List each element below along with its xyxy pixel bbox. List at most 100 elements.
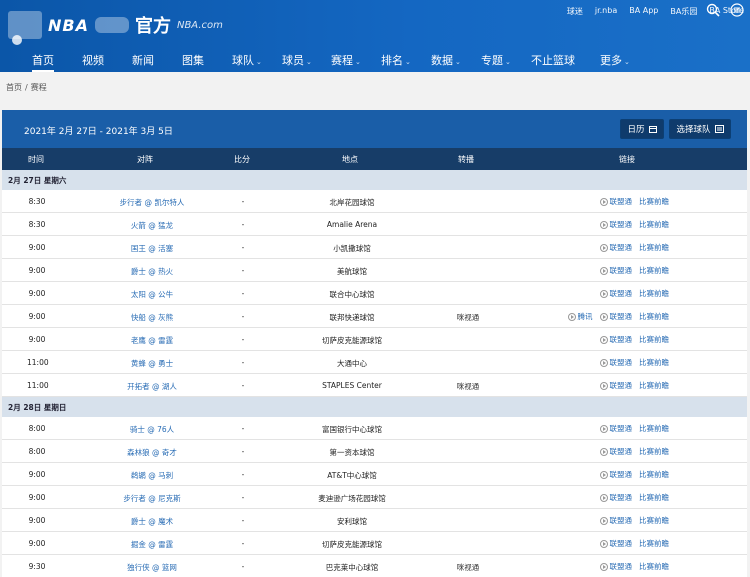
- site-logo[interactable]: NBA 官方 NBA.com: [8, 8, 223, 45]
- chevron-down-icon: ⌄: [355, 58, 361, 66]
- top-link[interactable]: BA App: [629, 6, 658, 17]
- game-link[interactable]: 比赛前瞻: [639, 423, 669, 434]
- game-link[interactable]: 比赛前瞻: [639, 469, 669, 480]
- matchup-link[interactable]: 太阳 @ 公牛: [92, 289, 212, 300]
- game-link[interactable]: 比赛前瞻: [639, 561, 669, 572]
- game-link[interactable]: 联盟通: [599, 446, 632, 457]
- game-time: 9:00: [28, 335, 46, 344]
- menu-icon[interactable]: [729, 3, 745, 17]
- table-row: 9:00 太阳 @ 公牛 - 联合中心球馆 联盟通 比赛前瞻: [2, 282, 747, 305]
- game-link-label: 腾讯: [577, 312, 593, 321]
- table-header: 时间 对阵 比分 地点 转播 链接: [2, 148, 747, 170]
- matchup-link[interactable]: 开拓者 @ 湖人: [92, 381, 212, 392]
- venue: 美航球馆: [337, 267, 367, 276]
- game-link[interactable]: 联盟通: [599, 515, 633, 526]
- matchup-link[interactable]: 掘金 @ 雷霆: [92, 539, 212, 550]
- game-link[interactable]: 联盟通: [599, 311, 632, 322]
- game-link[interactable]: 联盟通: [599, 561, 632, 572]
- game-link[interactable]: 比赛前瞻: [639, 311, 669, 322]
- top-link[interactable]: BA乐园: [670, 6, 697, 17]
- game-link[interactable]: 比赛前瞻: [639, 265, 669, 276]
- game-link[interactable]: 联盟通: [599, 196, 632, 207]
- nav-item[interactable]: 视频: [82, 52, 104, 68]
- game-links: 联盟通 比赛前瞻: [599, 446, 669, 457]
- calendar-button[interactable]: 日历: [620, 119, 664, 139]
- matchup-link[interactable]: 鹈鹕 @ 马刺: [92, 470, 212, 481]
- broadcast: 咪视通: [456, 563, 480, 572]
- game-link[interactable]: 比赛前瞻: [639, 219, 669, 230]
- select-team-button[interactable]: 选择球队: [669, 119, 731, 139]
- top-link[interactable]: 球迷: [567, 6, 583, 17]
- nav-item-label: 球队: [232, 54, 254, 67]
- nav-item[interactable]: 赛程 ⌄: [331, 52, 361, 68]
- matchup-link[interactable]: 老鹰 @ 雷霆: [92, 335, 212, 346]
- game-link[interactable]: 比赛前瞻: [639, 446, 669, 457]
- game-link[interactable]: 联盟通: [599, 334, 632, 345]
- breadcrumb-separator: /: [25, 83, 28, 92]
- nav-item-label: 球员: [282, 54, 304, 67]
- logo-mark-icon: [94, 17, 129, 33]
- game-link[interactable]: 腾讯: [567, 311, 593, 322]
- matchup-link[interactable]: 黄蜂 @ 勇士: [92, 358, 212, 369]
- matchup-link[interactable]: 爵士 @ 热火: [92, 266, 212, 277]
- game-time: 9:00: [28, 312, 46, 321]
- game-link[interactable]: 联盟通: [599, 469, 632, 480]
- game-links: 联盟通 比赛前瞻: [599, 469, 669, 480]
- game-links: 联盟通 比赛前瞻: [599, 288, 669, 299]
- game-link[interactable]: 比赛前瞻: [639, 538, 669, 549]
- nav-item[interactable]: 专题 ⌄: [481, 52, 511, 68]
- matchup-link[interactable]: 森林狼 @ 奇才: [92, 447, 212, 458]
- game-link-label: 联盟通: [609, 243, 633, 252]
- top-link[interactable]: jr.nba: [595, 6, 617, 17]
- matchup-link[interactable]: 步行者 @ 尼克斯: [92, 493, 212, 504]
- game-link-label: 联盟通: [609, 381, 633, 390]
- game-links: 联盟通 比赛前瞻: [599, 423, 669, 434]
- game-link[interactable]: 比赛前瞻: [639, 196, 669, 207]
- game-time: 9:00: [28, 493, 46, 502]
- matchup-link[interactable]: 独行侠 @ 篮网: [92, 562, 212, 573]
- game-link[interactable]: 比赛前瞻: [639, 492, 669, 503]
- nav-item[interactable]: 更多 ⌄: [600, 52, 630, 68]
- play-icon: [599, 289, 608, 298]
- nav-item[interactable]: 球员 ⌄: [282, 52, 312, 68]
- game-link[interactable]: 联盟通: [599, 380, 633, 391]
- game-link[interactable]: 比赛前瞻: [639, 357, 669, 368]
- nav-item-label: 排名: [381, 54, 403, 67]
- game-links: 联盟通 比赛前瞻: [599, 357, 669, 368]
- game-link[interactable]: 联盟通: [599, 492, 632, 503]
- matchup-link[interactable]: 国王 @ 活塞: [92, 243, 212, 254]
- game-link[interactable]: 联盟通: [599, 265, 632, 276]
- nav-item[interactable]: 排名 ⌄: [381, 52, 411, 68]
- matchup-link[interactable]: 快船 @ 灰熊: [92, 312, 212, 323]
- nav-item[interactable]: 图集: [182, 52, 204, 68]
- game-link[interactable]: 比赛前瞻: [639, 334, 669, 345]
- game-link[interactable]: 联盟通: [599, 423, 632, 434]
- game-link[interactable]: 联盟通: [599, 219, 633, 230]
- nav-item[interactable]: 数据 ⌄: [431, 52, 461, 68]
- nav-item[interactable]: 球队 ⌄: [232, 52, 262, 68]
- game-link[interactable]: 比赛前瞻: [639, 380, 669, 391]
- game-link[interactable]: 联盟通: [599, 357, 632, 368]
- nav-item[interactable]: 新闻: [132, 52, 154, 68]
- game-time: 9:00: [28, 289, 46, 298]
- game-link[interactable]: 比赛前瞻: [639, 242, 669, 253]
- matchup-link[interactable]: 爵士 @ 魔术: [92, 516, 212, 527]
- game-link[interactable]: 联盟通: [599, 242, 633, 253]
- matchup-link[interactable]: 火箭 @ 猛龙: [92, 220, 212, 231]
- game-link[interactable]: 比赛前瞻: [639, 288, 669, 299]
- nav-item[interactable]: 首页: [32, 52, 54, 72]
- game-link-label: 联盟通: [609, 516, 633, 525]
- game-link-label: 联盟通: [609, 220, 633, 229]
- search-icon[interactable]: [706, 3, 720, 17]
- table-row: 9:00 爵士 @ 魔术 - 安利球馆 联盟通 比赛前瞻: [2, 509, 747, 532]
- game-link[interactable]: 联盟通: [599, 288, 632, 299]
- matchup-link[interactable]: 步行者 @ 凯尔特人: [92, 197, 212, 208]
- table-row: 8:30 步行者 @ 凯尔特人 - 北岸花园球馆 联盟通 比赛前瞻: [2, 190, 747, 213]
- score: -: [241, 424, 245, 433]
- nav-item-label: 图集: [182, 54, 204, 67]
- game-link[interactable]: 比赛前瞻: [639, 515, 669, 526]
- game-link[interactable]: 联盟通: [599, 538, 632, 549]
- nav-item[interactable]: 不止篮球: [531, 52, 575, 68]
- breadcrumb-home[interactable]: 首页: [6, 83, 22, 92]
- matchup-link[interactable]: 骑士 @ 76人: [92, 424, 212, 435]
